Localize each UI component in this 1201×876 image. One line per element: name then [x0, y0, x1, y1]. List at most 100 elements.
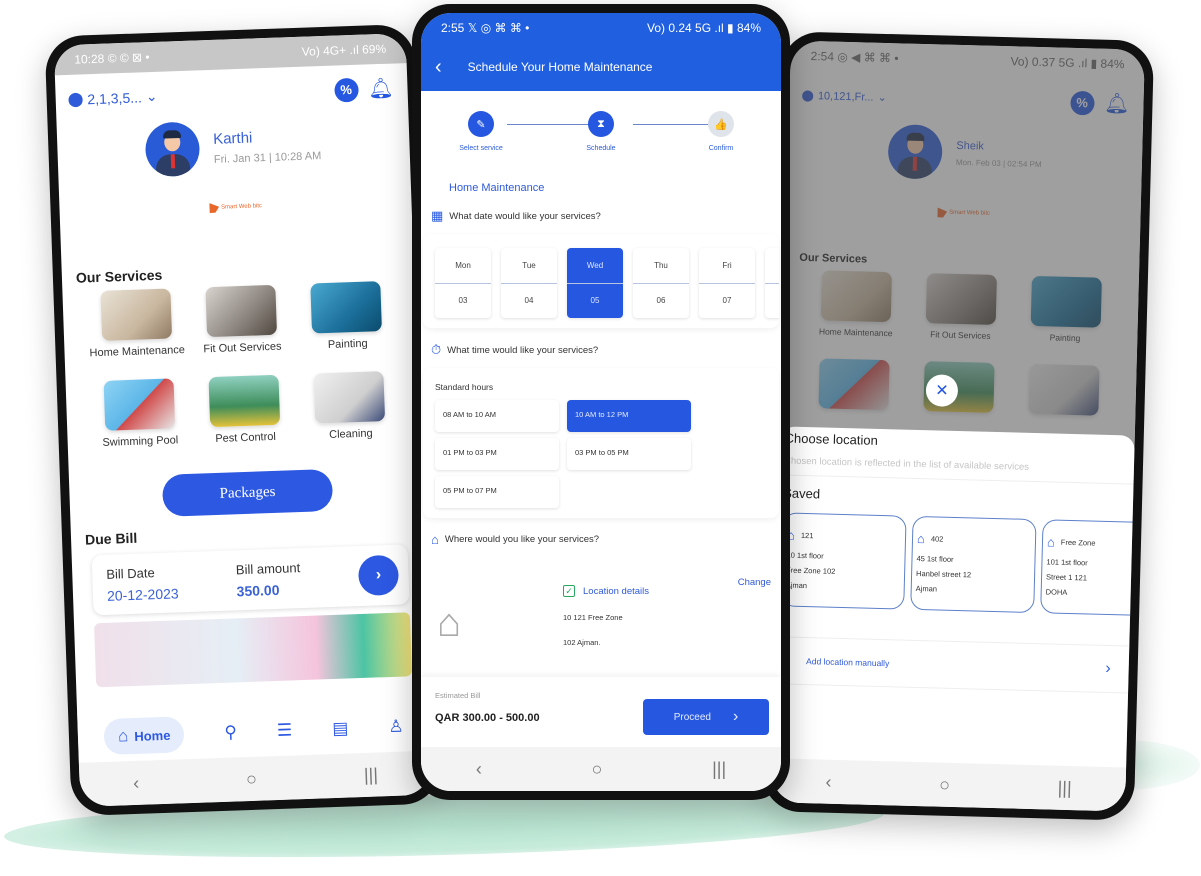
service-fit-out[interactable]: Fit Out Services	[908, 273, 1014, 342]
service-label: Home Maintenance	[89, 343, 186, 360]
bill-date-label: Bill Date	[106, 564, 155, 582]
offers-icon[interactable]: %	[1069, 90, 1095, 115]
bill-go-button[interactable]: ›	[357, 554, 400, 597]
service-pest-control[interactable]	[906, 361, 1012, 420]
profile-icon[interactable]: ♙	[388, 717, 404, 738]
service-painting[interactable]: Painting	[293, 280, 401, 352]
user-datetime: Mon. Feb 03 | 02:54 PM	[955, 157, 1042, 169]
service-label: Swimming Pool	[102, 434, 179, 449]
day-option[interactable]: Fri 07	[699, 248, 755, 318]
location-selector[interactable]: ⬤ 10,121,Fr... ⌄	[801, 89, 886, 104]
day-name: Tue	[501, 248, 557, 284]
nav-back-icon[interactable]: ‹	[133, 772, 140, 793]
where-question: ⌂ Where would you like your services?	[421, 518, 781, 557]
calendar-icon: ▦	[431, 208, 444, 223]
status-icons: 𝕏 ◎ ⌘ ⌘ •	[467, 21, 530, 35]
stopwatch-icon: ⏱	[431, 342, 442, 357]
header-title: Schedule Your Home Maintenance	[467, 60, 653, 74]
service-image	[103, 378, 175, 431]
time-slot[interactable]: 05 PM to 07 PM	[435, 476, 559, 508]
date-question: ▦ What date would like your services?	[421, 194, 781, 234]
time-slot[interactable]: 03 PM to 05 PM	[567, 438, 691, 470]
list-icon[interactable]: ☰	[277, 720, 293, 741]
day-date: 07	[722, 296, 732, 306]
time-question-text: What time would like your services?	[447, 344, 599, 356]
promo-banner[interactable]	[94, 612, 413, 688]
nav-back-icon[interactable]: ‹	[825, 771, 832, 792]
document-icon[interactable]: ▤	[332, 719, 349, 740]
status-right: Vo) 4G+ .ıl 69%	[301, 41, 387, 59]
service-image	[313, 371, 386, 424]
system-navbar: ‹ ○ |||	[771, 758, 1127, 812]
day-option[interactable]: Thu 06	[633, 248, 689, 318]
nav-recent-icon[interactable]: |||	[1057, 777, 1072, 798]
add-location-manually[interactable]: + Add location manually ›	[778, 636, 1130, 694]
nav-home-icon[interactable]: ○	[939, 774, 950, 795]
bell-icon[interactable]: 🔔︎	[1104, 91, 1130, 117]
saved-location-card[interactable]: ⌂ Free Zone 101 1st floor Street 1 121 DO…	[1040, 519, 1145, 617]
service-painting[interactable]: Painting	[1013, 275, 1119, 344]
nav-recent-icon[interactable]: |||	[712, 759, 726, 780]
step-select-service: ✎ Select service	[451, 111, 511, 152]
service-swimming-pool[interactable]: Swimming Pool	[86, 378, 194, 450]
day-option[interactable]: Tue 04	[501, 248, 557, 318]
offers-icon[interactable]: %	[333, 77, 359, 103]
service-cleaning[interactable]	[1011, 363, 1117, 422]
proceed-label: Proceed	[673, 711, 711, 723]
service-swimming-pool[interactable]	[801, 358, 907, 417]
location-pin-icon: ⬤	[67, 90, 84, 107]
time-slot[interactable]: 01 PM to 03 PM	[435, 438, 559, 470]
back-icon[interactable]: ‹	[435, 56, 442, 79]
saved-location-card[interactable]: ⌂ 402 45 1st floor Hanbel street 12 Ajman	[910, 515, 1037, 614]
step-confirm: 👍 Confirm	[691, 111, 751, 152]
nav-home-icon[interactable]: ○	[592, 759, 603, 780]
service-name: Home Maintenance	[449, 182, 545, 194]
location-screen: 2:54 ◎ ◀ ⌘ ⌘ • Vo) 0.37 5G .ıl ▮ 84% ⬤ 1…	[771, 40, 1145, 812]
search-icon[interactable]: ⚲	[224, 722, 237, 742]
nav-home-icon[interactable]: ○	[246, 768, 258, 789]
bill-date-value: 20-12-2023	[106, 584, 179, 604]
packages-button[interactable]: Packages	[161, 468, 334, 517]
day-option-selected[interactable]: Wed 05	[567, 248, 623, 318]
chevron-right-icon: ›	[1105, 659, 1111, 678]
location-card: ⌂ ✓ Location details 10 121 Free Zone 102…	[421, 557, 781, 673]
home-icon: ⌂	[117, 726, 129, 746]
location-pin-icon: ⬤	[801, 89, 815, 103]
avatar	[144, 121, 201, 178]
time-slot-selected[interactable]: 10 AM to 12 PM	[567, 400, 691, 432]
logo-mark-icon	[937, 207, 947, 217]
status-time: 10:28	[74, 51, 105, 67]
location-text: 10,121,Fr...	[817, 89, 874, 104]
service-label: Fit Out Services	[203, 340, 282, 356]
service-fit-out[interactable]: Fit Out Services	[188, 284, 296, 356]
service-cleaning[interactable]: Cleaning	[296, 370, 404, 442]
saved-line: 45 1st floor	[916, 553, 954, 564]
service-pest-control[interactable]: Pest Control	[191, 374, 299, 446]
day-option-partial[interactable]	[765, 248, 779, 318]
user-name: Karthi	[212, 129, 253, 148]
saved-line: Ajman	[915, 583, 938, 594]
saved-line: Hanbel street 12	[916, 568, 972, 580]
day-option[interactable]: Mon 03	[435, 248, 491, 318]
day-date: 04	[524, 296, 534, 306]
bell-icon[interactable]: 🔔︎	[368, 76, 394, 102]
change-location-link[interactable]: Change	[738, 577, 771, 588]
location-selector[interactable]: ⬤ 2,1,3,5... ⌄	[67, 88, 157, 108]
top-row: ⬤ 10,121,Fr... ⌄ % 🔔︎	[789, 70, 1144, 116]
day-date: 05	[590, 296, 600, 306]
service-home-maintenance[interactable]: Home Maintenance	[82, 288, 190, 360]
day-picker: Mon 03 Tue 04 Wed 05 Thu 06 Fri 07	[423, 234, 779, 328]
step-label: Confirm	[708, 145, 734, 152]
nav-back-icon[interactable]: ‹	[476, 759, 482, 780]
nav-recent-icon[interactable]: |||	[364, 764, 379, 785]
services-grid: Home Maintenance Fit Out Services Painti…	[795, 270, 1125, 422]
phone-home: 10:28 © © ⊠ • Vo) 4G+ .ıl 69% ⬤ 2,1,3,5.…	[44, 23, 442, 817]
time-slot[interactable]: 08 AM to 10 AM	[435, 400, 559, 432]
location-title: Location details	[583, 585, 650, 597]
tab-home[interactable]: ⌂ Home	[103, 716, 186, 756]
service-image	[100, 288, 172, 341]
saved-location-card[interactable]: ⌂ 121 10 1st floor Free Zone 102 Ajman	[780, 512, 907, 610]
proceed-button[interactable]: Proceed ›	[643, 699, 769, 735]
saved-title: Free Zone	[1060, 537, 1096, 548]
service-home-maintenance[interactable]: Home Maintenance	[803, 270, 909, 339]
